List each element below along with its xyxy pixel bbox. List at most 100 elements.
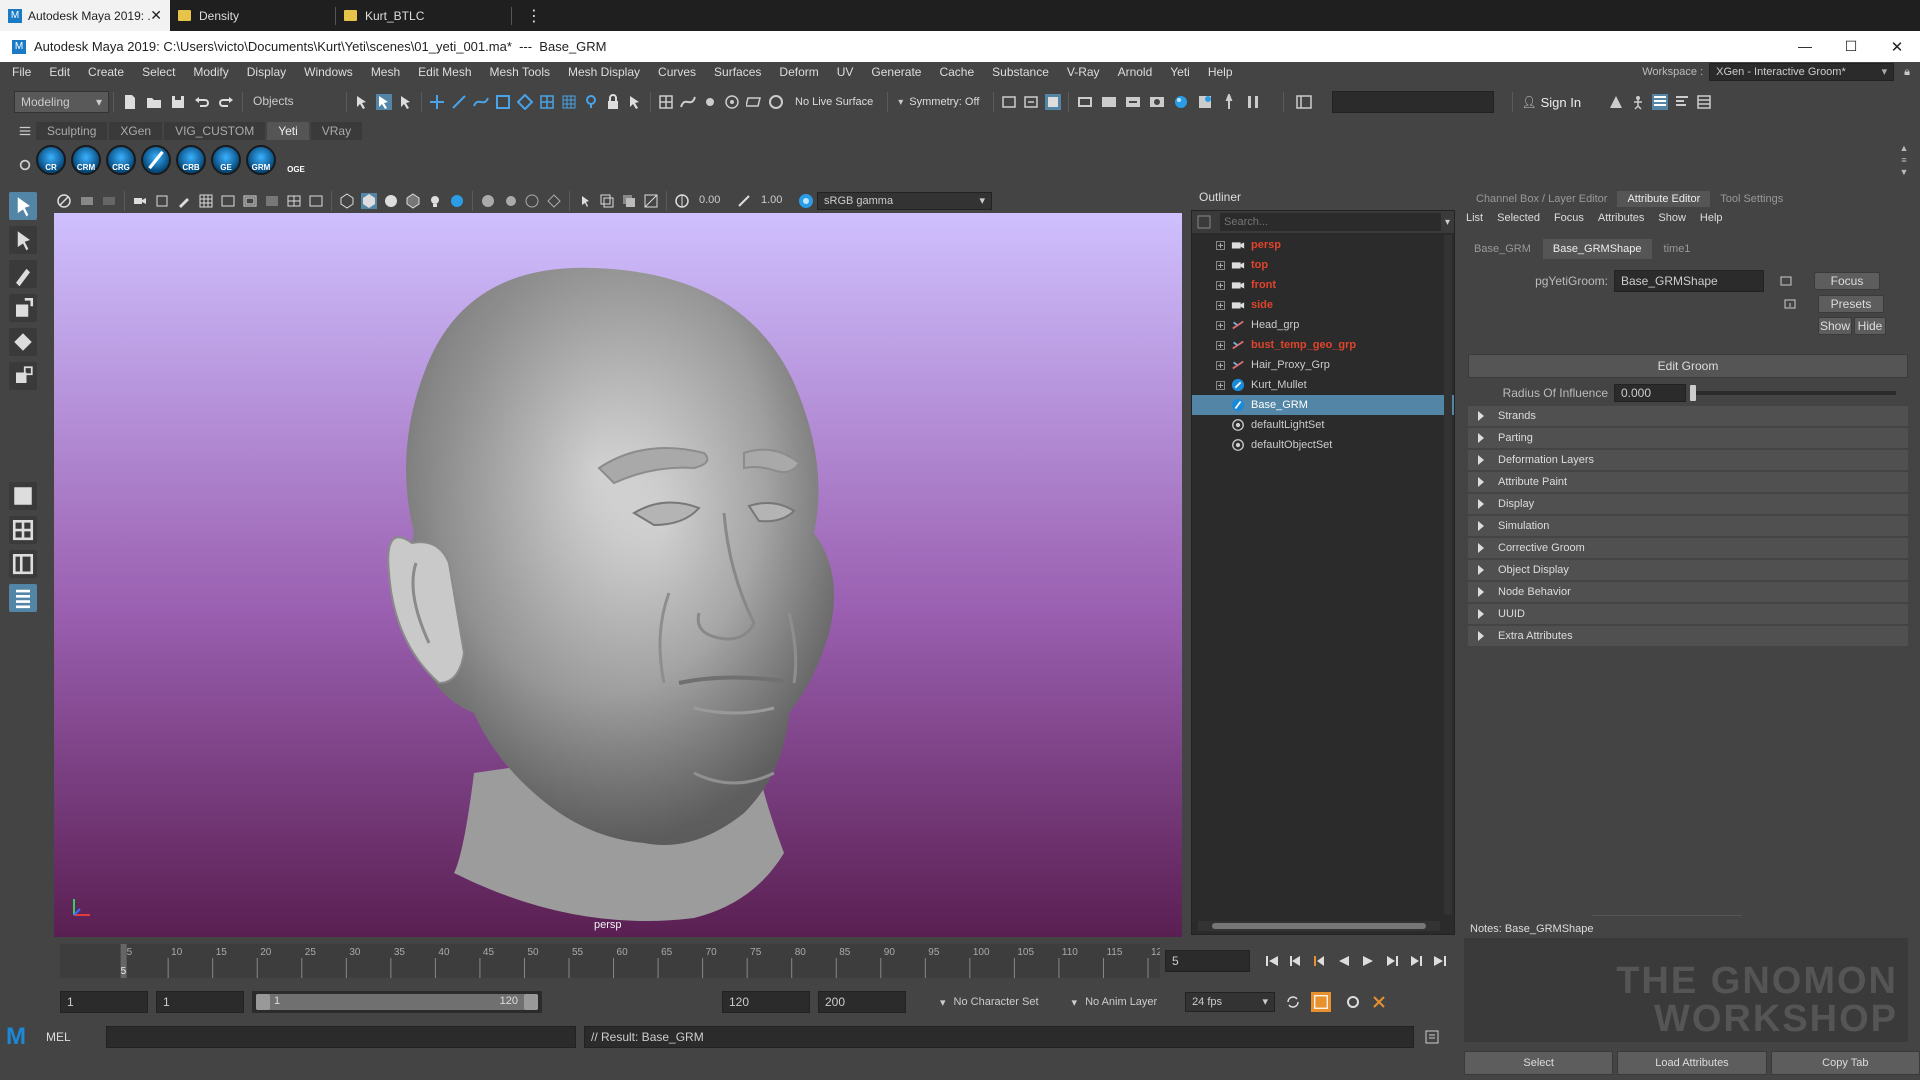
anti-aliasing-icon[interactable] (524, 193, 540, 209)
gamma-field[interactable]: 1.00 (755, 192, 795, 210)
symmetry-label[interactable]: Symmetry: Off (909, 96, 979, 108)
render-settings-icon[interactable] (1149, 94, 1165, 110)
construction-history-icon[interactable] (1045, 94, 1062, 110)
go-to-start-icon[interactable] (1264, 953, 1280, 969)
scale-tool-icon[interactable] (9, 362, 37, 390)
outliner-hscrollbar[interactable] (1198, 921, 1440, 931)
ae-menu-help[interactable]: Help (1700, 212, 1723, 224)
anim-layer-label[interactable]: No Anim Layer (1085, 996, 1185, 1008)
mask-surfaces-icon[interactable] (495, 94, 511, 110)
node-tab-time1[interactable]: time1 (1654, 239, 1701, 259)
animation-start-field[interactable]: 1 (60, 991, 148, 1013)
expand-icon[interactable] (1216, 360, 1225, 370)
gamma-icon[interactable] (736, 193, 752, 209)
character-controls-icon[interactable] (1630, 94, 1646, 110)
select-tool-icon[interactable] (9, 192, 37, 220)
shelf-button-crm-icon[interactable]: CRM (71, 145, 101, 175)
select-by-component-icon[interactable] (398, 94, 414, 110)
go-to-end-icon[interactable] (1432, 953, 1448, 969)
depth-of-field-icon[interactable] (546, 193, 562, 209)
outliner-item-bust-temp-geo-grp[interactable]: bust_temp_geo_grp (1192, 335, 1454, 355)
shelf-button-cr-icon[interactable]: CR (36, 145, 66, 175)
menu-v-ray[interactable]: V-Ray (1058, 65, 1109, 79)
step-back-frame-icon[interactable] (1312, 953, 1328, 969)
input-connections-icon[interactable] (1778, 273, 1794, 289)
select-by-object-icon[interactable] (376, 94, 392, 110)
shelf-button-groom-brush-icon[interactable] (141, 145, 171, 175)
step-back-key-icon[interactable] (1288, 953, 1304, 969)
select-button[interactable]: Select (1464, 1051, 1614, 1075)
isolate-select-icon[interactable] (577, 193, 593, 209)
menu-arnold[interactable]: Arnold (1109, 65, 1162, 79)
radius-of-influence-slider[interactable] (1690, 385, 1896, 401)
minimize-icon[interactable]: — (1782, 38, 1828, 56)
motion-blur-icon[interactable] (502, 193, 518, 209)
preferences-icon[interactable] (1345, 994, 1361, 1010)
editor-tab-tool-settings[interactable]: Tool Settings (1710, 191, 1793, 207)
playback-end-field[interactable]: 120 (722, 991, 810, 1013)
select-by-hierarchy-icon[interactable] (354, 94, 370, 110)
radius-of-influence-input[interactable]: 0.000 (1614, 384, 1686, 402)
window-tab-kurt-btlc[interactable]: Kurt_BTLC (336, 0, 511, 31)
menu-mesh-tools[interactable]: Mesh Tools (481, 65, 559, 79)
modeling-toolkit-icon[interactable] (1608, 94, 1624, 110)
expand-icon[interactable] (1216, 240, 1225, 250)
outliner-item-top[interactable]: top (1192, 255, 1454, 275)
copy-tab-button[interactable]: Copy Tab (1770, 1051, 1920, 1075)
presets-button[interactable]: Presets (1818, 295, 1884, 313)
radius-slider-handle[interactable] (1690, 385, 1696, 401)
loop-icon[interactable] (1285, 994, 1301, 1010)
menu-edit-mesh[interactable]: Edit Mesh (409, 65, 480, 79)
shelf-menu-icon[interactable] (18, 124, 32, 138)
paint-select-tool-icon[interactable] (9, 260, 37, 288)
textured-icon[interactable] (405, 193, 421, 209)
outliner-item-front[interactable]: front (1192, 275, 1454, 295)
pause-icon[interactable] (1245, 94, 1261, 110)
shelf-tab-vray[interactable]: VRay (310, 122, 363, 140)
section-corrective-groom[interactable]: Corrective Groom (1468, 538, 1908, 558)
default-material-icon[interactable] (383, 193, 399, 209)
mask-curves-icon[interactable] (473, 94, 489, 110)
ipr-render-icon[interactable] (1125, 94, 1141, 110)
search-options-icon[interactable]: ▾ (1445, 217, 1450, 228)
editor-tab-channel-box-layer-editor[interactable]: Channel Box / Layer Editor (1466, 191, 1617, 207)
outliner-item-base-grm[interactable]: Base_GRM (1192, 395, 1454, 415)
show-button[interactable]: Show (1818, 317, 1852, 335)
outliner-scrollbar[interactable] (1444, 235, 1452, 915)
section-attribute-paint[interactable]: Attribute Paint (1468, 472, 1908, 492)
character-set-label[interactable]: No Character Set (954, 996, 1064, 1008)
notes-splitter[interactable] (1592, 915, 1742, 916)
maximize-icon[interactable]: ☐ (1828, 38, 1874, 56)
script-editor-icon[interactable] (1424, 1029, 1440, 1045)
editor-tab-attribute-editor[interactable]: Attribute Editor (1617, 191, 1711, 207)
expand-icon[interactable] (1216, 320, 1225, 330)
wireframe-icon[interactable] (339, 193, 355, 209)
persp-outliner-icon[interactable] (9, 550, 37, 578)
ae-menu-focus[interactable]: Focus (1554, 212, 1584, 224)
bookmark-icon[interactable] (101, 193, 117, 209)
screen-space-ao-icon[interactable] (480, 193, 496, 209)
ae-menu-selected[interactable]: Selected (1497, 212, 1540, 224)
section-parting[interactable]: Parting (1468, 428, 1908, 448)
grid-toggle-icon[interactable] (198, 193, 214, 209)
anim-layer-dropdown-icon[interactable]: ▾ (1072, 996, 1078, 1009)
menu-substance[interactable]: Substance (983, 65, 1058, 79)
new-scene-icon[interactable] (122, 94, 138, 110)
menu-mesh-display[interactable]: Mesh Display (559, 65, 649, 79)
expand-icon[interactable] (1216, 380, 1225, 390)
sign-in-button[interactable]: Sign In (1541, 95, 1581, 110)
hypershade-icon[interactable] (1173, 94, 1189, 110)
outliner-item-kurt-mullet[interactable]: Kurt_Mullet (1192, 375, 1454, 395)
render-setup-icon[interactable] (1197, 94, 1213, 110)
attribute-editor-toggle-icon[interactable] (1652, 94, 1669, 110)
make-live-icon[interactable] (768, 94, 784, 110)
hide-button[interactable]: Hide (1854, 317, 1886, 335)
expand-triangle-icon[interactable] (1478, 565, 1484, 575)
expand-icon[interactable] (1216, 280, 1225, 290)
notes-area[interactable]: THE GNOMON WORKSHOP (1464, 938, 1908, 1042)
shelf-tab-sculpting[interactable]: Sculpting (36, 122, 108, 140)
open-scene-icon[interactable] (146, 94, 162, 110)
view-transform-select[interactable]: sRGB gamma ▾ (817, 192, 992, 210)
range-slider-handle[interactable]: 1 120 (256, 994, 538, 1010)
shelf-tab-yeti[interactable]: Yeti (267, 122, 309, 140)
